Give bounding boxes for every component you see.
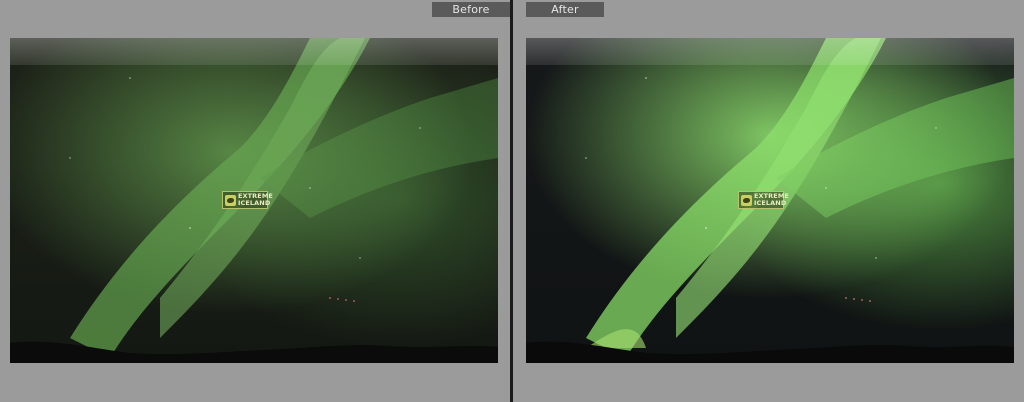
before-photo[interactable]: EXTREME ICELAND (10, 38, 498, 363)
after-watermark: EXTREME ICELAND (738, 191, 789, 209)
after-top-band (526, 38, 1014, 65)
after-photo[interactable]: EXTREME ICELAND (526, 38, 1014, 363)
after-pane: After EXTREME ICELAND (513, 0, 1024, 402)
watermark-line2: ICELAND (754, 199, 787, 207)
iceland-map-icon (225, 194, 236, 206)
after-label: After (526, 2, 604, 17)
before-watermark: EXTREME ICELAND (222, 191, 273, 209)
before-top-band (10, 38, 498, 65)
before-label: Before (432, 2, 510, 17)
before-pane: Before EXTREME ICELAND (0, 0, 510, 402)
watermark-line2: ICELAND (238, 199, 271, 207)
iceland-map-icon (741, 194, 752, 206)
